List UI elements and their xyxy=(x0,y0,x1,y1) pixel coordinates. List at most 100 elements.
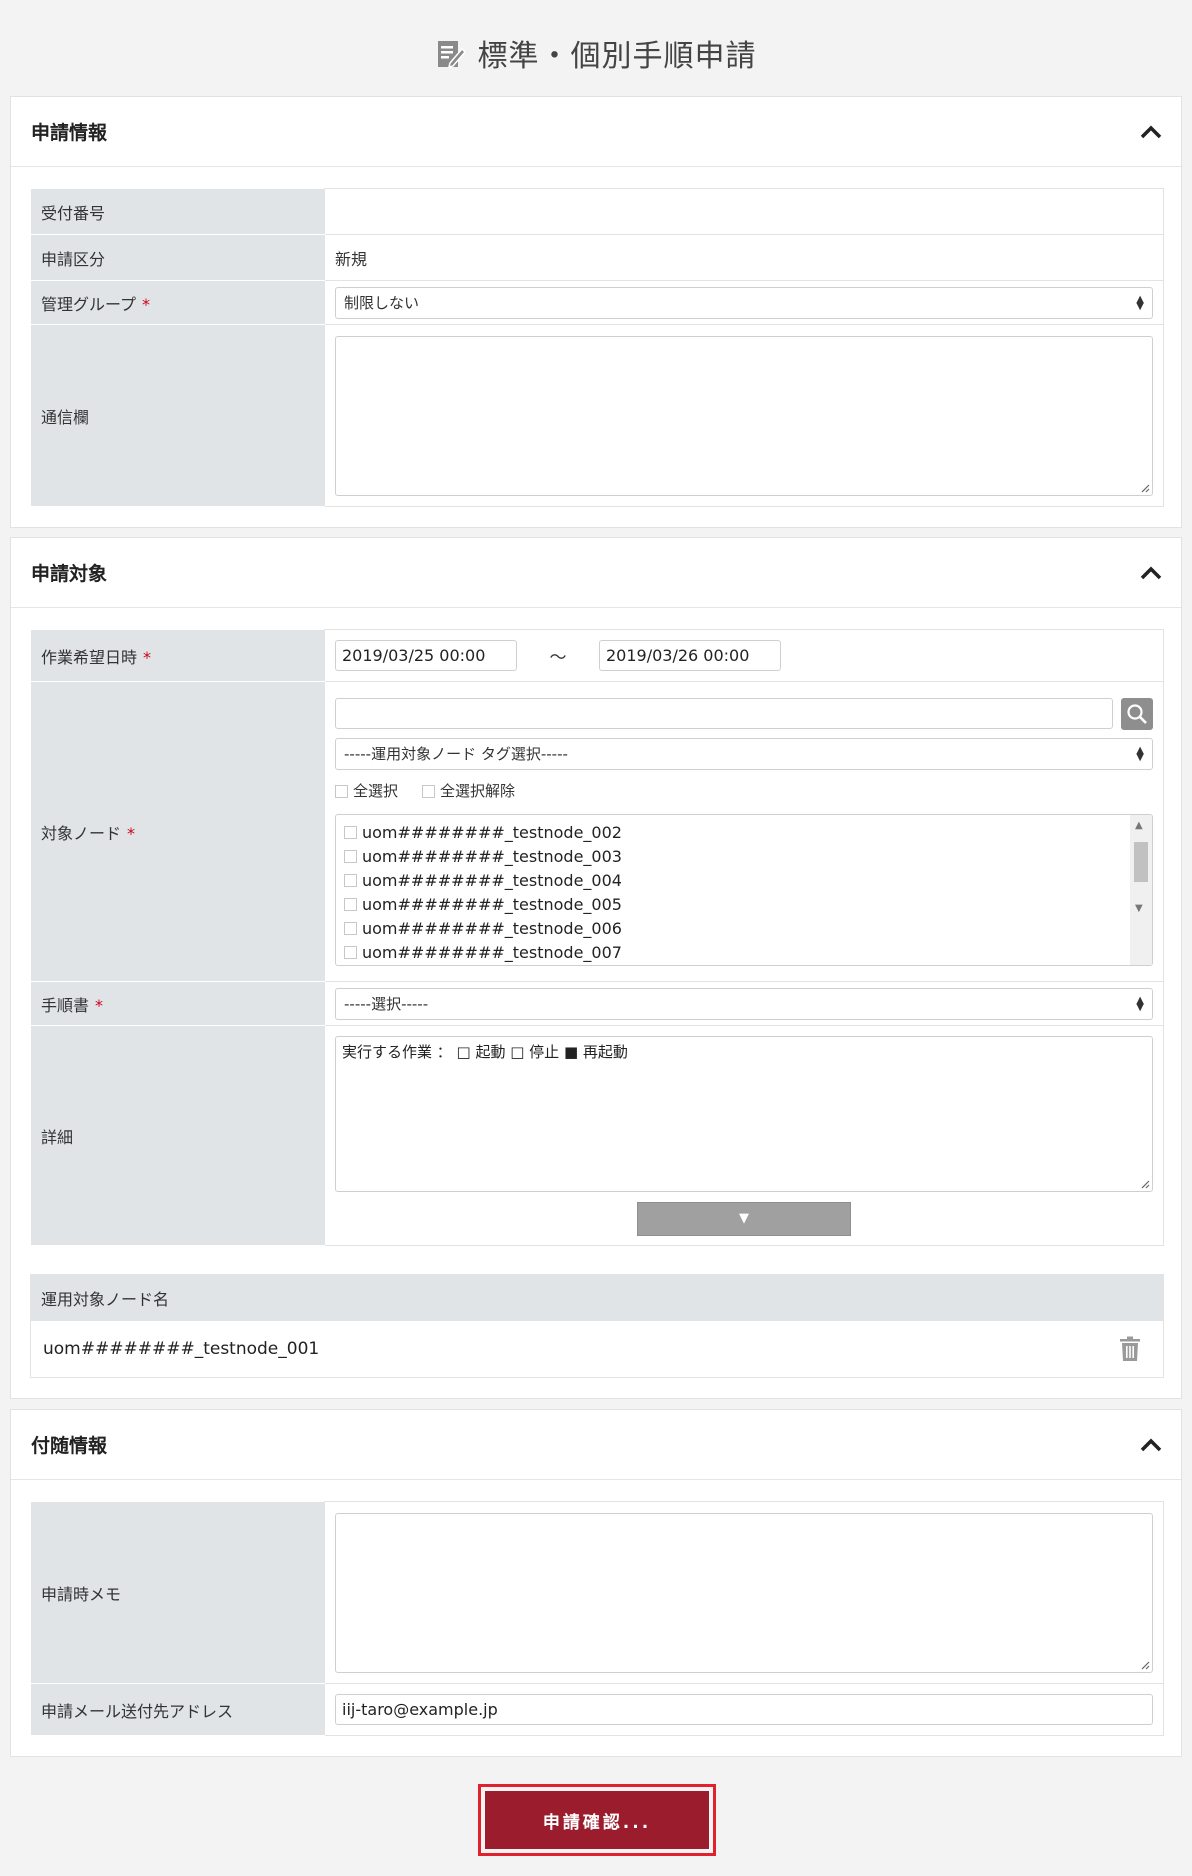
management-group-cell: 制限しない ▲ ▼ xyxy=(324,280,1164,325)
listbox-scrollbar[interactable]: ▲ ▼ xyxy=(1130,814,1152,965)
page-title-text: 標準・個別手順申請 xyxy=(477,39,757,74)
list-item[interactable]: uom########_testnode_004 xyxy=(336,869,1152,893)
table-row: uom########_testnode_001 xyxy=(31,1321,1163,1377)
search-button[interactable] xyxy=(1121,697,1153,730)
memo-cell xyxy=(324,1501,1164,1684)
management-group-label: 管理グループ * xyxy=(30,280,325,325)
scrollbar-thumb[interactable] xyxy=(1134,841,1148,882)
notes-label: 通信欄 xyxy=(30,324,325,507)
deselect-all-checkbox[interactable]: 全選択解除 xyxy=(422,780,515,801)
trash-icon[interactable] xyxy=(1119,1336,1141,1362)
checkbox-icon[interactable] xyxy=(344,898,357,911)
chevron-up-icon[interactable] xyxy=(1139,1437,1163,1453)
select-arrows-icon: ▲ ▼ xyxy=(1136,744,1144,763)
expand-details-button[interactable]: ▼ xyxy=(637,1201,851,1236)
required-mark: * xyxy=(142,294,151,314)
operation-node-table: 運用対象ノード名 uom########_testnode_001 xyxy=(30,1274,1164,1378)
application-type-value: 新規 xyxy=(324,234,1164,281)
resize-grip-icon[interactable] xyxy=(1140,1179,1150,1189)
node-listbox[interactable]: uom########_testnode_002 uom########_tes… xyxy=(335,813,1153,966)
application-target-header[interactable]: 申請対象 xyxy=(11,538,1181,608)
memo-textarea[interactable] xyxy=(335,1512,1153,1673)
desired-datetime-label: 作業希望日時 * xyxy=(30,629,325,682)
checkbox-icon[interactable] xyxy=(344,826,357,839)
target-node-cell: -----運用対象ノード タグ選択----- ▲ ▼ 全選択 全選択解除 uom#… xyxy=(324,681,1164,982)
chevron-up-icon[interactable] xyxy=(1139,565,1163,581)
management-group-select[interactable]: 制限しない ▲ ▼ xyxy=(335,286,1153,319)
deselect-all-label: 全選択解除 xyxy=(440,781,516,800)
scroll-down-icon[interactable]: ▼ xyxy=(1135,903,1143,914)
checkbox-icon xyxy=(335,784,348,798)
reception-number-value xyxy=(324,188,1164,235)
node-option-label: uom########_testnode_007 xyxy=(362,943,622,962)
application-target-panel: 申請対象 作業希望日時 * 2019/03/25 00:00 〜 2019/03/… xyxy=(10,537,1182,1399)
list-item[interactable]: uom########_testnode_006 xyxy=(336,917,1152,941)
select-arrows-icon: ▲ ▼ xyxy=(1136,994,1144,1013)
datetime-to-input[interactable]: 2019/03/26 00:00 xyxy=(599,640,781,671)
desired-datetime-label-text: 作業希望日時 xyxy=(41,647,138,667)
mail-input[interactable]: iij-taro@example.jp xyxy=(335,1694,1153,1725)
application-target-title: 申請対象 xyxy=(31,563,108,585)
list-item[interactable]: uom########_testnode_007 xyxy=(336,941,1152,965)
mail-value: iij-taro@example.jp xyxy=(342,1700,498,1719)
details-textarea[interactable]: 実行する作業 ： □ 起動 □ 停止 ■ 再起動 xyxy=(335,1035,1153,1192)
node-search-input[interactable] xyxy=(335,698,1113,729)
list-item[interactable]: uom########_testnode_005 xyxy=(336,893,1152,917)
memo-label: 申請時メモ xyxy=(30,1501,325,1684)
checkbox-icon[interactable] xyxy=(344,946,357,959)
management-group-selected: 制限しない xyxy=(344,294,420,312)
additional-info-panel: 付随情報 申請時メモ 申請メール送付先アドレス iij-taro@example… xyxy=(10,1409,1182,1757)
datetime-from-input[interactable]: 2019/03/25 00:00 xyxy=(335,640,517,671)
application-info-header[interactable]: 申請情報 xyxy=(11,97,1181,167)
required-mark: * xyxy=(127,823,136,843)
mail-label: 申請メール送付先アドレス xyxy=(30,1683,325,1736)
tag-select-value: -----運用対象ノード タグ選択----- xyxy=(344,745,568,763)
details-cell: 実行する作業 ： □ 起動 □ 停止 ■ 再起動 ▼ xyxy=(324,1025,1164,1246)
required-mark: * xyxy=(95,995,104,1015)
checkbox-icon[interactable] xyxy=(344,874,357,887)
checkbox-icon[interactable] xyxy=(344,850,357,863)
reception-number-label: 受付番号 xyxy=(30,188,325,235)
notes-textarea[interactable] xyxy=(335,335,1153,496)
application-info-panel: 申請情報 受付番号 申請区分 新規 管理グループ * 制限しない ▲ ▼ 通信欄 xyxy=(10,96,1182,528)
additional-info-header[interactable]: 付随情報 xyxy=(11,1410,1181,1480)
resize-grip-icon[interactable] xyxy=(1140,1660,1150,1670)
list-item[interactable]: uom########_testnode_003 xyxy=(336,845,1152,869)
submit-highlight: 申請確認... xyxy=(478,1784,716,1856)
target-node-label: 対象ノード * xyxy=(30,681,325,982)
edit-document-icon xyxy=(437,41,466,69)
checkbox-icon xyxy=(422,784,436,798)
node-option-label: uom########_testnode_004 xyxy=(362,871,622,890)
procedure-selected: -----選択----- xyxy=(344,995,429,1013)
checkbox-icon[interactable] xyxy=(344,922,357,935)
desired-datetime-cell: 2019/03/25 00:00 〜 2019/03/26 00:00 xyxy=(324,629,1164,682)
select-all-checkbox[interactable]: 全選択 xyxy=(335,780,398,801)
select-arrows-icon: ▲ ▼ xyxy=(1136,293,1144,312)
resize-grip-icon[interactable] xyxy=(1140,483,1150,493)
procedure-label-text: 手順書 xyxy=(41,995,90,1015)
datetime-from-value: 2019/03/25 00:00 xyxy=(342,646,486,665)
application-target-form: 作業希望日時 * 2019/03/25 00:00 〜 2019/03/26 00… xyxy=(30,629,1164,1246)
additional-info-form: 申請時メモ 申請メール送付先アドレス iij-taro@example.jp xyxy=(30,1501,1164,1736)
chevron-up-icon[interactable] xyxy=(1139,124,1163,140)
search-icon xyxy=(1127,703,1147,724)
procedure-select[interactable]: -----選択----- ▲ ▼ xyxy=(335,987,1153,1020)
application-info-title: 申請情報 xyxy=(31,122,108,144)
procedure-cell: -----選択----- ▲ ▼ xyxy=(324,981,1164,1026)
list-item[interactable]: uom########_testnode_002 xyxy=(336,821,1152,845)
notes-cell xyxy=(324,324,1164,507)
node-table-header: 運用対象ノード名 xyxy=(31,1275,1163,1321)
details-label: 詳細 xyxy=(30,1025,325,1246)
node-option-label: uom########_testnode_006 xyxy=(362,919,622,938)
required-mark: * xyxy=(143,647,152,667)
node-option-label: uom########_testnode_003 xyxy=(362,847,622,866)
node-name-cell: uom########_testnode_001 xyxy=(43,1339,320,1359)
scroll-up-icon[interactable]: ▲ xyxy=(1135,820,1143,831)
submit-confirm-button[interactable]: 申請確認... xyxy=(485,1791,709,1849)
additional-info-title: 付随情報 xyxy=(31,1435,108,1457)
target-node-label-text: 対象ノード xyxy=(41,823,122,843)
tag-select[interactable]: -----運用対象ノード タグ選択----- ▲ ▼ xyxy=(335,737,1153,770)
details-text: 実行する作業 ： □ 起動 □ 停止 ■ 再起動 xyxy=(342,1042,628,1061)
caret-down-icon: ▼ xyxy=(739,1211,749,1226)
datetime-to-value: 2019/03/26 00:00 xyxy=(606,646,750,665)
